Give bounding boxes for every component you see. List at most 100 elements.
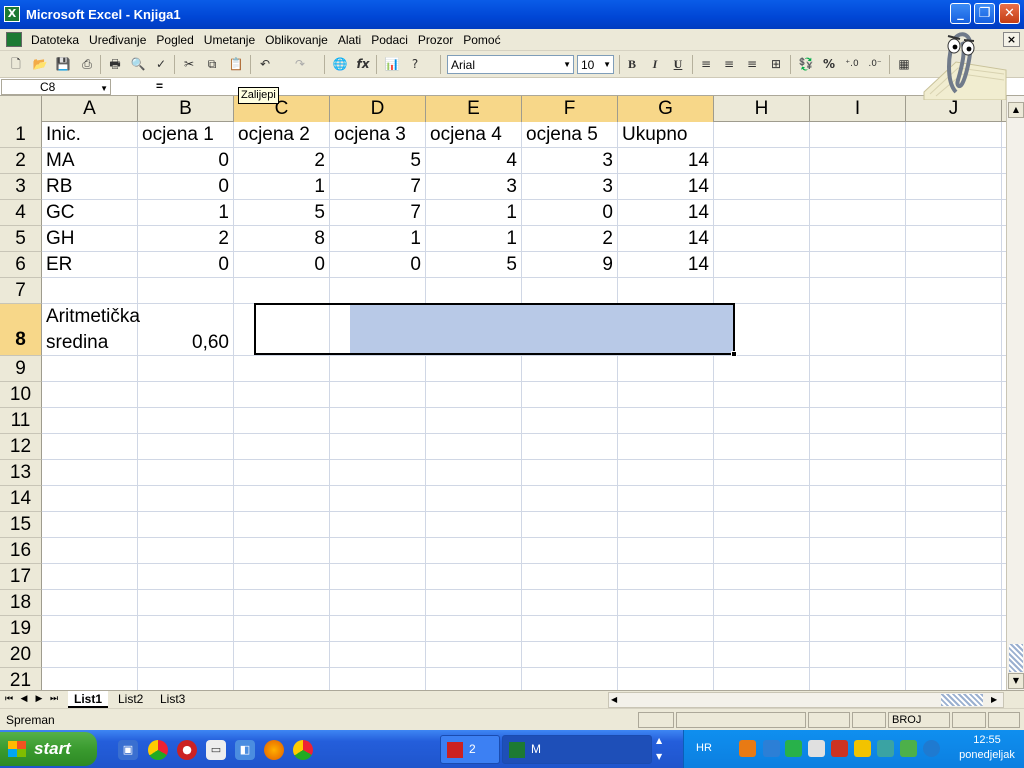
font-name-select[interactable]: Arial ▼ [447,55,574,74]
sheet-tab-list1[interactable]: List1 [68,691,109,708]
menu-prozor[interactable]: Prozor [418,33,453,47]
data-cell[interactable]: 0 [522,200,617,226]
copy-icon[interactable]: ⧉ [202,55,222,74]
row-header-4[interactable]: 4 [0,200,42,226]
data-cell[interactable]: 14 [618,226,713,252]
row-header-9[interactable]: 9 [0,356,42,382]
data-cell[interactable]: 5 [234,200,329,226]
data-cell[interactable]: 14 [618,200,713,226]
task-scroll-up-icon[interactable]: ▲ [656,736,662,745]
data-cell[interactable]: 2 [522,226,617,252]
row-header-18[interactable]: 18 [0,590,42,616]
vertical-scrollbar[interactable]: ▲ ▼ [1006,96,1024,690]
data-cell[interactable]: 1 [138,200,233,226]
tray-app-icon[interactable] [831,740,848,757]
start-button[interactable]: start [0,732,97,766]
data-cell[interactable]: 0 [138,174,233,200]
tray-app-icon[interactable] [739,740,756,757]
office-assistant-icon[interactable] [916,22,1008,100]
save-icon[interactable]: 💾 [53,55,73,74]
menu-alati[interactable]: Alati [338,33,361,47]
minimize-button[interactable]: _ [950,3,971,24]
merge-center-icon[interactable]: ⊞ [766,55,786,74]
currency-icon[interactable]: 💱 [796,55,816,74]
row-header-16[interactable]: 16 [0,538,42,564]
tray-app-icon[interactable] [763,740,780,757]
chevron-down-icon[interactable]: ▼ [100,82,108,96]
header-cell[interactable]: ocjena 5 [522,122,617,148]
row-header-21[interactable]: 21 [0,668,42,690]
select-all-corner[interactable] [0,96,42,122]
font-size-select[interactable]: 10 ▼ [577,55,614,74]
chrome-icon[interactable] [148,740,168,760]
borders-icon[interactable]: ▦ [894,55,914,74]
row-header-14[interactable]: 14 [0,486,42,512]
first-sheet-icon[interactable]: ⏮ [3,693,15,706]
row-header-1[interactable]: 1 [0,122,42,148]
data-cell[interactable]: 2 [138,226,233,252]
chrome-icon-2[interactable] [293,740,313,760]
open-icon[interactable]: 📂 [30,55,50,74]
column-header-b[interactable]: B [138,96,234,122]
print-icon[interactable]: 🖶 [105,55,125,74]
menu-pogled[interactable]: Pogled [156,33,193,47]
header-cell[interactable]: ocjena 4 [426,122,521,148]
task-excel[interactable]: M [502,735,652,764]
tray-shield-icon[interactable] [854,740,871,757]
redo-icon[interactable]: ↷ [290,55,310,74]
column-header-a[interactable]: A [42,96,138,122]
task-pdf[interactable]: 2 [440,735,500,764]
mean-value-cell[interactable]: 0,60 [138,330,233,356]
scroll-right-icon[interactable]: ▶ [991,695,997,704]
align-left-icon[interactable]: ≡ [696,55,716,74]
menu-uredivanje[interactable]: Uređivanje [89,33,146,47]
header-cell[interactable]: Inic. [42,122,137,148]
header-cell[interactable]: ocjena 3 [330,122,425,148]
row-header-6[interactable]: 6 [0,252,42,278]
data-cell[interactable]: 3 [522,148,617,174]
next-sheet-icon[interactable]: ▶ [33,693,45,706]
data-cell[interactable]: 9 [522,252,617,278]
excel-app-icon[interactable]: X [4,6,20,22]
data-cell[interactable]: 3 [426,174,521,200]
data-cell[interactable]: GH [42,226,137,252]
data-cell[interactable]: 5 [330,148,425,174]
hyperlink-icon[interactable]: 🌐 [330,55,350,74]
row-header-19[interactable]: 19 [0,616,42,642]
data-cell[interactable]: 0 [138,148,233,174]
row-header-8[interactable]: 8 [0,304,42,356]
underline-button[interactable]: U [668,55,688,74]
permission-icon[interactable]: ⎙ [77,55,97,74]
paste-icon[interactable]: 📋 [226,55,246,74]
formula-equals[interactable]: = [156,79,163,93]
row-header-13[interactable]: 13 [0,460,42,486]
data-cell[interactable]: 0 [234,252,329,278]
fill-handle[interactable] [731,351,737,357]
spelling-icon[interactable]: ✓ [151,55,171,74]
data-cell[interactable]: 14 [618,174,713,200]
hscroll-thumb[interactable] [941,694,983,706]
column-header-i[interactable]: I [810,96,906,122]
row-header-7[interactable]: 7 [0,278,42,304]
data-cell[interactable]: 0 [138,252,233,278]
data-cell[interactable]: ER [42,252,137,278]
cut-icon[interactable]: ✂ [179,55,199,74]
formula-input[interactable] [170,79,930,95]
header-cell[interactable]: ocjena 1 [138,122,233,148]
explorer-icon[interactable]: ◧ [235,740,255,760]
name-box[interactable]: C8 ▼ [1,79,111,95]
column-header-d[interactable]: D [330,96,426,122]
column-header-h[interactable]: H [714,96,810,122]
language-indicator[interactable]: HR [696,742,712,754]
menu-umetanje[interactable]: Umetanje [204,33,255,47]
restore-button[interactable]: ❐ [974,3,995,24]
row-header-20[interactable]: 20 [0,642,42,668]
data-cell[interactable]: 7 [330,174,425,200]
sheet-tab-list2[interactable]: List2 [112,691,149,708]
align-center-icon[interactable]: ≡ [719,55,739,74]
menu-podaci[interactable]: Podaci [371,33,408,47]
workbook-icon[interactable] [6,32,22,47]
media-icon[interactable]: ● [177,740,197,760]
data-cell[interactable]: 0 [330,252,425,278]
tray-app-icon[interactable] [900,740,917,757]
